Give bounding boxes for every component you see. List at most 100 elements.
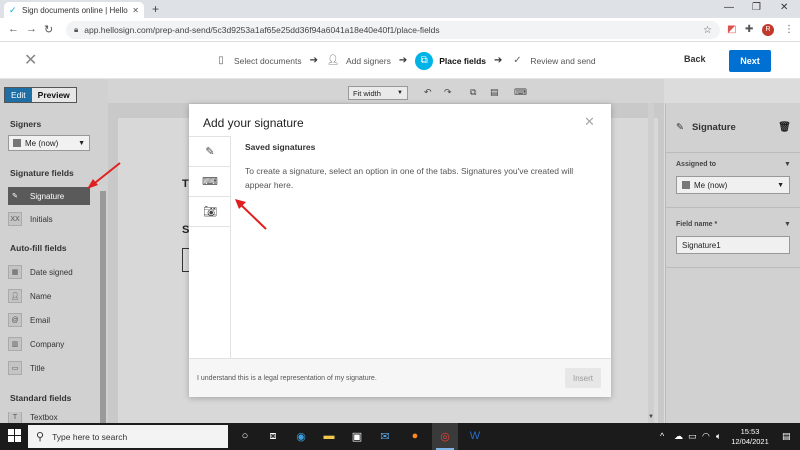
field-email[interactable]: @ Email xyxy=(8,311,90,329)
cloud-icon[interactable]: ☁ xyxy=(674,431,683,442)
back-arrow-icon[interactable]: ← xyxy=(8,23,19,35)
field-company[interactable]: ▥ Company xyxy=(8,335,90,353)
close-editor-icon[interactable]: ✕ xyxy=(24,50,37,70)
maximize-icon[interactable]: ❐ xyxy=(752,2,761,13)
browser-tab[interactable]: ✓ Sign documents online | HelloSign ✕ xyxy=(4,2,144,18)
pen-icon: ✎ xyxy=(676,122,684,133)
step-review-and-send[interactable]: ✓ Review and send xyxy=(510,54,595,68)
assigned-to-select[interactable]: Me (now) ▼ xyxy=(676,176,790,194)
edit-preview-toggle: Edit Preview xyxy=(4,87,77,103)
scroll-down-icon[interactable]: ▼ xyxy=(648,414,654,420)
taskbar-search[interactable]: ⚲ Type here to search xyxy=(28,425,228,448)
field-date-signed[interactable]: ▦ Date signed xyxy=(8,263,90,281)
preview-button[interactable]: Preview xyxy=(31,88,76,102)
store-icon[interactable]: ▣ xyxy=(348,427,366,445)
keyboard-icon: ⌨ xyxy=(202,176,218,188)
reload-icon[interactable]: ↻ xyxy=(44,23,53,36)
show-hidden-icons-icon[interactable]: ^ xyxy=(660,431,664,441)
sidebar-scrollbar[interactable] xyxy=(100,191,106,450)
browser-menu-icon[interactable]: ⋮ xyxy=(784,24,794,35)
edge-browser-icon[interactable]: ◉ xyxy=(292,427,310,445)
calendar-icon: ▦ xyxy=(8,265,22,279)
edit-button[interactable]: Edit xyxy=(5,88,32,102)
add-signature-modal: Add your signature ✕ ✎ ⌨ 📷︎ Saved signat… xyxy=(189,104,611,397)
trash-icon[interactable]: 🗑︎ xyxy=(778,122,791,133)
field-name-label: Field name * ▼ xyxy=(676,221,791,228)
chrome-icon[interactable]: ◎ xyxy=(436,427,454,445)
signers-heading: Signers xyxy=(10,119,42,129)
signature-fields-heading: Signature fields xyxy=(10,168,74,178)
wifi-icon[interactable]: ◠ xyxy=(702,431,710,442)
back-button[interactable]: Back xyxy=(684,54,706,64)
windows-taskbar: ⚲ Type here to search ○ ⧈ ◉ ▬ ▣ ✉ ● W ^ … xyxy=(0,423,800,450)
chevron-down-icon[interactable]: ▼ xyxy=(784,161,791,168)
url-text: app.hellosign.com/prep-and-send/5c3d9253… xyxy=(84,25,440,35)
signature-method-tabs: ✎ ⌨ 📷︎ xyxy=(189,136,231,358)
field-name-input[interactable]: Signature1 xyxy=(676,236,790,254)
standard-fields-heading: Standard fields xyxy=(10,393,72,403)
pen-icon: ✎ xyxy=(205,146,215,158)
panel-title: Signature xyxy=(691,122,736,133)
task-view-icon[interactable]: ⧈ xyxy=(264,427,282,445)
window-close-icon[interactable]: ✕ xyxy=(780,2,788,13)
keyboard-icon[interactable]: ⌨ xyxy=(514,87,527,98)
fields-sidebar: Edit Preview Signers Me (now) ▼ Signatur… xyxy=(0,79,108,450)
file-explorer-icon[interactable]: ▬ xyxy=(320,427,338,445)
profile-avatar[interactable]: R xyxy=(762,24,774,36)
textbox-icon: T xyxy=(8,412,22,423)
modal-title: Add your signature xyxy=(203,116,304,130)
field-textbox[interactable]: T Textbox xyxy=(8,412,90,423)
briefcase-icon: ▭ xyxy=(8,361,22,375)
step-add-signers[interactable]: 👤︎ Add signers xyxy=(326,54,391,68)
copy-icon[interactable]: ⧉ xyxy=(470,87,476,98)
extension-icon[interactable]: ◩ xyxy=(727,24,736,35)
legal-disclaimer: I understand this is a legal representat… xyxy=(197,375,377,382)
notifications-icon[interactable]: ▤ xyxy=(782,431,791,442)
chevron-down-icon: ▼ xyxy=(397,90,403,96)
signer-color-swatch xyxy=(682,181,690,189)
tab-upload-photo[interactable]: 📷︎ xyxy=(189,197,231,227)
windows-start-icon[interactable] xyxy=(8,429,22,443)
step-place-fields[interactable]: ⧉ Place fields xyxy=(415,51,486,70)
step-arrow-icon: ➔ xyxy=(398,55,408,66)
field-signature[interactable]: ✎ Signature xyxy=(8,187,90,205)
annotation-arrow-icon xyxy=(87,162,121,189)
bookmark-star-icon[interactable]: ☆ xyxy=(703,25,712,36)
redo-icon[interactable]: ↷ xyxy=(444,87,452,98)
modal-close-icon[interactable]: ✕ xyxy=(584,114,595,130)
chevron-down-icon: ▼ xyxy=(78,139,85,147)
field-name[interactable]: 👤︎ Name xyxy=(8,287,90,305)
initials-icon: XX xyxy=(8,212,22,226)
extensions-puzzle-icon[interactable]: ✚ xyxy=(745,24,753,35)
new-tab-icon[interactable]: + xyxy=(152,2,159,16)
mail-icon[interactable]: ✉ xyxy=(376,427,394,445)
undo-icon[interactable]: ↶ xyxy=(424,87,432,98)
network-icon[interactable]: ▭ xyxy=(688,431,697,442)
tab-draw[interactable]: ✎ xyxy=(189,137,231,167)
signer-select[interactable]: Me (now) ▼ xyxy=(8,135,90,151)
taskbar-clock[interactable]: 15:53 12/04/2021 xyxy=(730,427,770,447)
field-title[interactable]: ▭ Title xyxy=(8,359,90,377)
minimize-icon[interactable]: — xyxy=(724,2,734,13)
volume-icon[interactable]: 🔈︎ xyxy=(716,431,721,442)
browser-toolbar: ← → ↻ 🔒︎ app.hellosign.com/prep-and-send… xyxy=(0,18,800,42)
paste-icon[interactable]: ▤ xyxy=(490,87,499,98)
insert-button[interactable]: Insert xyxy=(565,368,601,388)
address-bar[interactable]: 🔒︎ app.hellosign.com/prep-and-send/5c3d9… xyxy=(66,21,720,39)
tab-title: Sign documents online | HelloSign xyxy=(22,5,128,15)
forward-arrow-icon[interactable]: → xyxy=(26,23,37,35)
tab-close-icon[interactable]: ✕ xyxy=(132,6,139,15)
chevron-down-icon[interactable]: ▼ xyxy=(784,221,791,228)
field-initials[interactable]: XX Initials xyxy=(8,210,90,228)
zoom-select[interactable]: Fit width ▼ xyxy=(348,86,408,100)
next-button[interactable]: Next xyxy=(729,50,771,72)
document-scrollbar[interactable] xyxy=(648,103,654,423)
tab-type[interactable]: ⌨ xyxy=(189,167,231,197)
step-select-documents[interactable]: ▯ Select documents xyxy=(214,54,301,68)
chevron-down-icon: ▼ xyxy=(777,181,784,189)
signer-color-swatch xyxy=(13,139,21,147)
cortana-icon[interactable]: ○ xyxy=(236,427,254,445)
word-icon[interactable]: W xyxy=(466,427,484,445)
firefox-icon[interactable]: ● xyxy=(406,427,424,445)
assigned-to-label: Assigned to ▼ xyxy=(676,161,791,168)
